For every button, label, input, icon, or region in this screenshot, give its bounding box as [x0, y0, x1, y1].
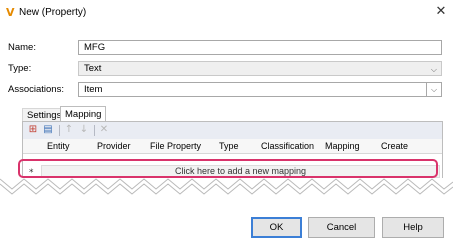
cancel-button[interactable]: Cancel	[308, 217, 375, 238]
title-bar: V New (Property) ✕	[0, 0, 453, 26]
window-title: New (Property)	[19, 7, 87, 18]
type-value: Text	[84, 63, 102, 74]
associations-select[interactable]: Item ⌵	[78, 82, 442, 97]
type-label: Type:	[8, 63, 32, 74]
move-up-icon[interactable]: ↑	[63, 124, 75, 136]
associations-value: Item	[84, 84, 103, 95]
add-mapping-icon[interactable]: ⊞	[27, 124, 39, 136]
delete-icon[interactable]: ✕	[98, 124, 110, 136]
type-select[interactable]: Text ⌵	[78, 61, 442, 76]
new-property-dialog: V New (Property) ✕ Name: MFG Type: Text …	[0, 0, 453, 250]
torn-edge-divider	[0, 178, 453, 200]
associations-label: Associations:	[8, 84, 64, 95]
vault-logo-icon: V	[6, 6, 15, 19]
name-label: Name:	[8, 42, 36, 53]
column-header-mapping[interactable]: Mapping	[325, 141, 360, 151]
chevron-down-icon[interactable]: ⌵	[426, 83, 441, 96]
column-header-type[interactable]: Type	[219, 141, 239, 151]
help-button[interactable]: Help	[382, 217, 444, 238]
chevron-down-icon: ⌵	[430, 65, 437, 74]
toolbar-separator	[94, 125, 95, 136]
tab-mapping[interactable]: Mapping	[60, 106, 107, 122]
mapping-toolbar: ⊞ ▤ ↑ ↓ ✕	[23, 122, 442, 139]
column-header-classification[interactable]: Classification	[261, 141, 314, 151]
column-header-file-property[interactable]: File Property	[150, 141, 201, 151]
highlight-annotation	[18, 159, 438, 178]
column-header-create[interactable]: Create	[381, 141, 408, 151]
toolbar-separator	[59, 125, 60, 136]
grid-header: Entity Provider File Property Type Class…	[23, 139, 442, 154]
close-icon[interactable]: ✕	[433, 4, 449, 20]
column-header-entity[interactable]: Entity	[47, 141, 70, 151]
ok-button[interactable]: OK	[251, 217, 302, 238]
grid-icon[interactable]: ▤	[42, 124, 54, 136]
name-value: MFG	[84, 42, 106, 53]
move-down-icon[interactable]: ↓	[78, 124, 90, 136]
column-header-provider[interactable]: Provider	[97, 141, 131, 151]
name-field[interactable]: MFG	[78, 40, 442, 55]
